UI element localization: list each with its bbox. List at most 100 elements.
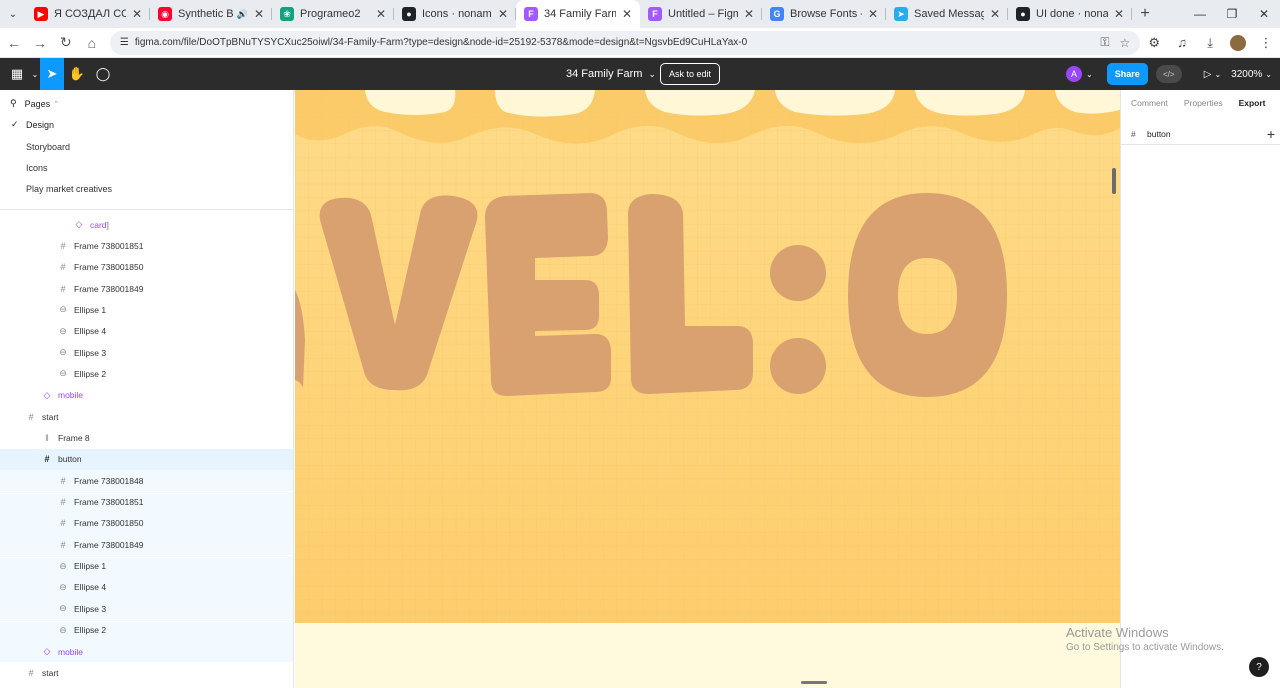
add-export-icon[interactable]: +: [1267, 126, 1275, 142]
layer-row[interactable]: # Frame 738001849: [0, 534, 293, 556]
layer-row[interactable]: ⊖ Ellipse 1: [0, 555, 293, 577]
layer-row[interactable]: # Frame 738001851: [0, 235, 293, 256]
horizontal-scrollbar[interactable]: [801, 681, 827, 684]
youtube-music-icon: ◉: [158, 7, 172, 21]
layer-row[interactable]: ⊖ Ellipse 1: [0, 299, 293, 320]
chevron-down-icon[interactable]: ⌄: [1086, 70, 1093, 79]
browser-tab[interactable]: ● UI done · noname-di ✕: [1008, 0, 1132, 28]
browser-menu-icon[interactable]: ⋮: [1252, 31, 1280, 55]
layer-row[interactable]: ‖ Frame 8: [0, 428, 293, 449]
layer-row[interactable]: ◇ mobile: [0, 641, 293, 662]
page-item-design[interactable]: Design: [26, 120, 54, 130]
close-tab-icon[interactable]: ✕: [990, 7, 1000, 21]
extensions-icon[interactable]: ⚙: [1140, 31, 1168, 55]
layer-row[interactable]: ⊖ Ellipse 3: [0, 342, 293, 363]
chevron-down-icon[interactable]: ⌄: [1265, 70, 1272, 79]
layer-name: card]: [90, 219, 109, 230]
ellipse-icon: ⊖: [59, 304, 67, 315]
close-tab-icon[interactable]: ✕: [498, 7, 508, 21]
url-bar[interactable]: ☰ figma.com/file/DoOTpBNuTYSYCXuc25oiwl/…: [109, 30, 1141, 55]
layer-row[interactable]: ⊖ Ellipse 4: [0, 576, 293, 598]
audio-playing-icon[interactable]: 🔊: [237, 9, 248, 20]
layer-name: Frame 738001848: [74, 475, 144, 486]
back-icon[interactable]: ←: [2, 31, 26, 55]
chevron-down-icon[interactable]: ⌄: [1214, 70, 1221, 79]
url-text[interactable]: figma.com/file/DoOTpBNuTYSYCXuc25oiwl/34…: [135, 37, 1090, 48]
vertical-scrollbar[interactable]: [1112, 168, 1116, 194]
browser-tab[interactable]: ▶ Я СОЗДАЛ COUNTER ✕: [26, 0, 150, 28]
tab-export[interactable]: Export: [1239, 98, 1266, 108]
menu-chevron-icon[interactable]: ⌄: [30, 58, 40, 90]
browser-tab[interactable]: ❀ Programeo2 ✕: [272, 0, 394, 28]
tab-comment[interactable]: Comment: [1131, 98, 1168, 108]
pages-header[interactable]: ⚲ Pages ⌃: [10, 98, 59, 109]
layer-row[interactable]: # button: [0, 448, 293, 470]
layer-row[interactable]: ◇ card]: [0, 214, 293, 235]
password-key-icon[interactable]: ⚿: [1100, 35, 1109, 50]
page-item-play-market-creatives[interactable]: Play market creatives: [26, 184, 112, 194]
layer-row[interactable]: ◇ mobile: [0, 385, 293, 406]
page-item-storyboard[interactable]: Storyboard: [26, 142, 70, 152]
forward-icon[interactable]: →: [28, 31, 52, 55]
layer-row[interactable]: # Frame 738001850: [0, 257, 293, 278]
new-tab-button[interactable]: +: [1132, 5, 1158, 23]
close-tab-icon[interactable]: ✕: [132, 7, 142, 21]
downloads-icon[interactable]: ⤓: [1196, 31, 1224, 55]
layer-row[interactable]: # Frame 738001848: [0, 470, 293, 492]
present-play-icon[interactable]: ▷: [1204, 69, 1212, 80]
layer-row[interactable]: # start: [0, 406, 293, 427]
layer-row[interactable]: # start: [0, 662, 293, 683]
layer-row[interactable]: ⊖ Ellipse 3: [0, 598, 293, 620]
restore-icon[interactable]: ❐: [1216, 0, 1248, 28]
browser-tab[interactable]: F 34 Family Farm – Figr ✕: [516, 0, 640, 28]
dev-mode-toggle[interactable]: </>: [1155, 65, 1182, 83]
share-button[interactable]: Share: [1106, 63, 1148, 85]
search-icon[interactable]: ⚲: [10, 98, 17, 109]
minimize-icon[interactable]: —: [1184, 0, 1216, 28]
media-controls-icon[interactable]: ♫: [1168, 31, 1196, 55]
layer-row[interactable]: ⊖ Ellipse 2: [0, 619, 293, 641]
user-avatar[interactable]: A: [1066, 66, 1083, 82]
close-tab-icon[interactable]: ✕: [376, 7, 386, 21]
tab-title: Untitled – Figma: [668, 8, 738, 20]
file-title[interactable]: 34 Family Farm ⌄: [566, 58, 656, 90]
layer-row[interactable]: ⊖ Ellipse 2: [0, 363, 293, 384]
main-menu-icon[interactable]: ▦: [4, 58, 30, 90]
help-button[interactable]: ?: [1249, 657, 1269, 677]
page-item-icons[interactable]: Icons: [26, 163, 48, 173]
figma-icon: F: [524, 7, 538, 21]
layer-row[interactable]: # Frame 738001849: [0, 278, 293, 299]
close-tab-icon[interactable]: ✕: [868, 7, 878, 21]
profile-avatar[interactable]: [1230, 34, 1247, 51]
hand-tool-icon[interactable]: ✋: [64, 58, 90, 90]
browser-tab[interactable]: G Browse Fonts - Goog ✕: [762, 0, 886, 28]
layer-row[interactable]: ⊖ Ellipse 4: [0, 321, 293, 342]
browser-tab[interactable]: ● Icons · noname-digi ✕: [394, 0, 516, 28]
browser-tab[interactable]: ➤ Saved Messages ✕: [886, 0, 1008, 28]
site-info-icon[interactable]: ☰: [120, 37, 129, 48]
close-window-icon[interactable]: ✕: [1248, 0, 1280, 28]
home-icon[interactable]: ⌂: [80, 31, 104, 55]
close-tab-icon[interactable]: ✕: [254, 7, 264, 21]
reload-icon[interactable]: ↻: [54, 31, 78, 55]
bookmark-star-icon[interactable]: ☆: [1119, 36, 1130, 50]
export-selection-row: # button +: [1131, 126, 1275, 142]
close-tab-icon[interactable]: ✕: [744, 7, 754, 21]
move-tool-icon[interactable]: ➤: [40, 58, 64, 90]
layer-row[interactable]: # Frame 738001850: [0, 512, 293, 534]
component-icon: ◇: [75, 219, 83, 229]
frame-icon: #: [28, 411, 34, 422]
tab-properties[interactable]: Properties: [1184, 98, 1223, 108]
close-tab-icon[interactable]: ✕: [622, 7, 632, 21]
ask-to-edit-button[interactable]: Ask to edit: [660, 63, 721, 85]
close-tab-icon[interactable]: ✕: [1114, 7, 1124, 21]
file-title-text: 34 Family Farm: [566, 68, 643, 80]
design-canvas[interactable]: [295, 90, 1120, 688]
zoom-level[interactable]: 3200%: [1231, 69, 1262, 80]
layer-row[interactable]: # Frame 738001851: [0, 491, 293, 513]
browser-tab[interactable]: F Untitled – Figma ✕: [640, 0, 762, 28]
comment-tool-icon[interactable]: ◯: [90, 58, 116, 90]
tab-search-chevron-icon[interactable]: ⌄: [0, 0, 26, 28]
browser-tab[interactable]: ◉ Synthetic Black Su🔊 ✕: [150, 0, 272, 28]
chevron-up-icon[interactable]: ⌃: [53, 100, 59, 108]
